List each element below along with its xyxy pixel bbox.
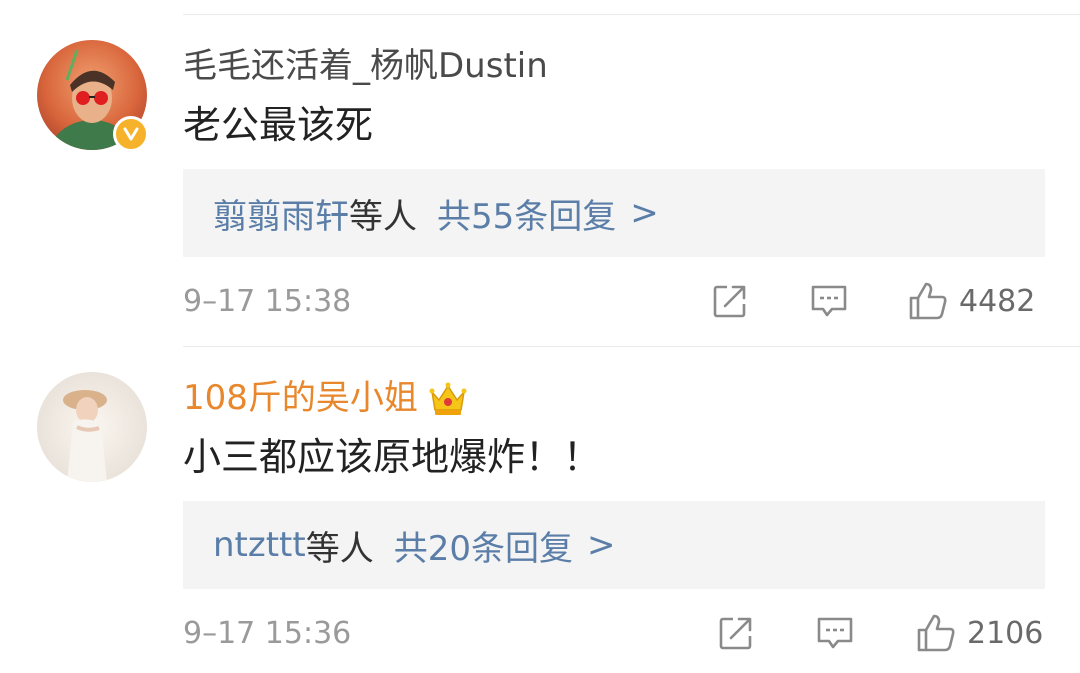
replies-summary[interactable]: ntzttt 等人 共20条回复 > — [183, 501, 1045, 589]
crown-icon — [428, 378, 468, 418]
avatar[interactable] — [37, 40, 149, 152]
comment-button[interactable] — [809, 277, 849, 325]
reply-count[interactable]: 共55条回复 — [437, 189, 616, 238]
avatar[interactable] — [37, 372, 147, 482]
comment-meta: 9–17 15:38 4482 — [183, 277, 1045, 327]
share-icon — [713, 285, 746, 318]
reply-users[interactable]: ntzttt — [213, 525, 306, 565]
like-count: 4482 — [959, 283, 1036, 319]
divider — [183, 346, 1080, 347]
comment-icon — [811, 285, 847, 317]
comment-list: 毛毛还活着_杨帆Dustin 老公最该死 翦翦雨轩 等人 共55条回复 > 9–… — [0, 0, 1080, 673]
timestamp: 9–17 15:38 — [183, 284, 352, 319]
comment-icon — [817, 617, 853, 649]
reply-count[interactable]: 共20条回复 — [394, 521, 573, 570]
comment-text: 老公最该死 — [183, 103, 374, 147]
verified-badge-icon — [113, 116, 149, 152]
comment-meta: 9–17 15:36 2106 — [183, 609, 1045, 659]
username[interactable]: 108斤的吴小姐 — [183, 378, 468, 418]
timestamp: 9–17 15:36 — [183, 616, 352, 651]
like-count: 2106 — [967, 615, 1044, 651]
comment-button[interactable] — [815, 609, 855, 657]
chevron-right-icon: > — [587, 525, 616, 565]
reply-users[interactable]: 翦翦雨轩 — [213, 189, 349, 238]
chevron-right-icon: > — [630, 193, 659, 233]
thumbs-up-icon — [917, 614, 955, 652]
divider — [183, 14, 1080, 15]
share-button[interactable] — [717, 609, 755, 657]
share-icon — [719, 617, 752, 650]
reply-suffix: 等人 — [349, 196, 417, 237]
reply-suffix: 等人 — [305, 528, 374, 569]
like-button[interactable]: 4482 — [907, 277, 1035, 325]
comment-text: 小三都应该原地爆炸！！ — [183, 435, 602, 479]
share-button[interactable] — [711, 277, 749, 325]
username[interactable]: 毛毛还活着_杨帆Dustin — [183, 46, 548, 86]
like-button[interactable]: 2106 — [915, 609, 1043, 657]
thumbs-up-icon — [909, 282, 947, 320]
replies-summary[interactable]: 翦翦雨轩 等人 共55条回复 > — [183, 169, 1045, 257]
